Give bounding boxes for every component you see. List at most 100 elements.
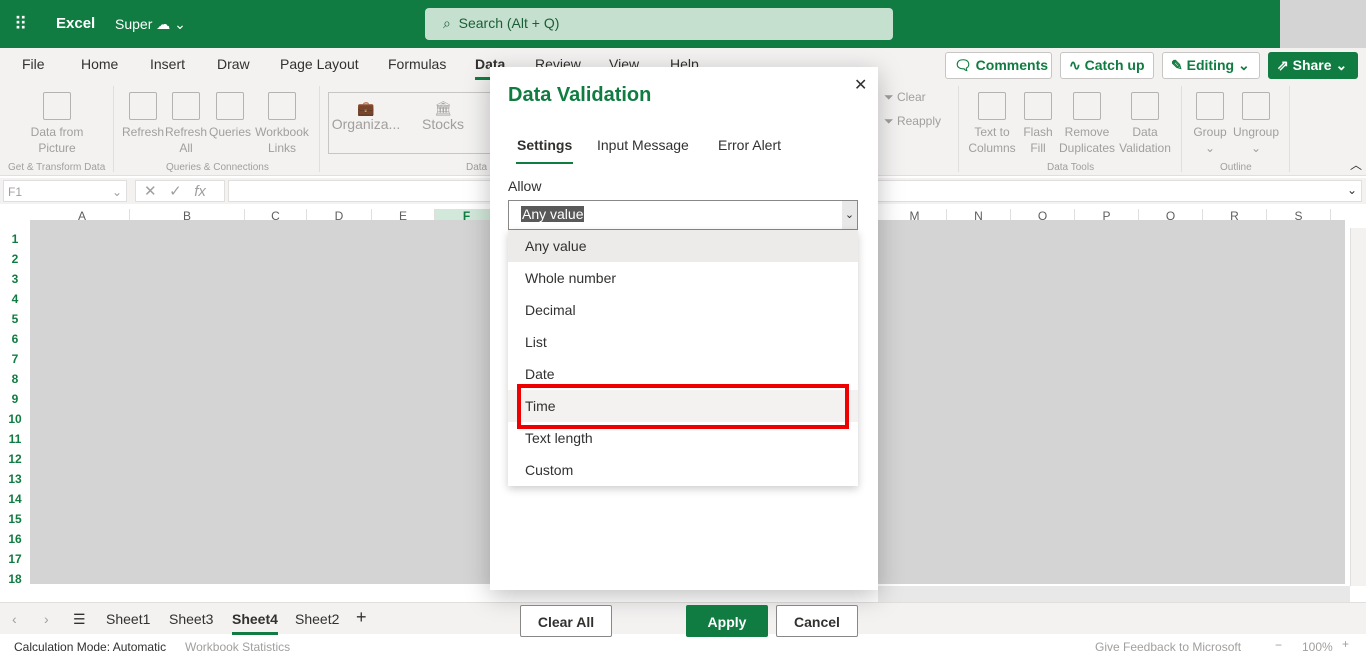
name-box[interactable]: F1 ⌄ — [3, 180, 127, 202]
row-header[interactable]: 8 — [0, 372, 30, 386]
check-icon[interactable]: ✓ — [169, 183, 182, 200]
tab-file[interactable]: File — [22, 56, 45, 72]
row-header[interactable]: 6 — [0, 332, 30, 346]
workbook-statistics[interactable]: Workbook Statistics — [185, 640, 290, 654]
catch-up-label: Catch up — [1084, 57, 1145, 73]
tab-formulas[interactable]: Formulas — [388, 56, 446, 72]
expand-formula-icon[interactable]: ⌄ — [1347, 183, 1357, 197]
refresh-all-icon — [172, 92, 200, 120]
zoom-out-icon[interactable]: − — [1275, 638, 1282, 652]
filter-clear-icon: ⏷ — [884, 90, 894, 104]
prev-sheet-icon[interactable]: ‹ — [12, 611, 17, 627]
row-header[interactable]: 15 — [0, 512, 30, 526]
vertical-scrollbar[interactable] — [1350, 228, 1366, 586]
label: Refresh — [122, 125, 165, 139]
catch-up-button[interactable]: ∿ Catch up — [1060, 52, 1154, 79]
row-header[interactable]: 1 — [0, 232, 30, 246]
label: Ungroup — [1232, 125, 1280, 139]
row-header[interactable]: 14 — [0, 492, 30, 506]
horizontal-scrollbar[interactable] — [878, 586, 1350, 602]
refresh-button[interactable]: Refresh — [122, 92, 164, 140]
row-header[interactable]: 18 — [0, 572, 30, 586]
comments-button[interactable]: 🗨 Comments — [945, 52, 1052, 79]
data-validation-button[interactable]: Data Validation — [1116, 92, 1174, 156]
row-header[interactable]: 13 — [0, 472, 30, 486]
fx-icon[interactable]: fx — [194, 183, 206, 200]
group-button[interactable]: Group ⌄ — [1190, 92, 1230, 156]
allow-select[interactable]: Any value ⌄ — [508, 200, 858, 230]
tab-insert[interactable]: Insert — [150, 56, 185, 72]
row-header[interactable]: 5 — [0, 312, 30, 326]
all-sheets-menu-icon[interactable]: ☰ — [73, 611, 86, 628]
tab-settings[interactable]: Settings — [515, 137, 574, 164]
row-header[interactable]: 2 — [0, 252, 30, 266]
option-list[interactable]: List — [508, 326, 858, 358]
app-launcher-icon[interactable]: ⠿ — [14, 14, 28, 35]
apply-button[interactable]: Apply — [686, 605, 768, 637]
close-icon[interactable]: ✕ — [854, 75, 867, 95]
feedback-link[interactable]: Give Feedback to Microsoft — [1095, 640, 1241, 654]
row-header[interactable]: 4 — [0, 292, 30, 306]
tab-input-message[interactable]: Input Message — [597, 137, 689, 153]
pencil-icon: ✎ — [1171, 57, 1183, 73]
organization-button[interactable]: 💼 Organiza... — [330, 100, 402, 132]
pulse-icon: ∿ — [1069, 57, 1081, 73]
calculation-mode[interactable]: Calculation Mode: Automatic — [14, 640, 166, 654]
label: Data Validation — [1119, 125, 1171, 155]
row-header[interactable]: 17 — [0, 552, 30, 566]
tab-draw[interactable]: Draw — [217, 56, 250, 72]
sheet-tab-sheet3[interactable]: Sheet3 — [169, 611, 213, 627]
cancel-icon[interactable]: ✕ — [144, 183, 157, 200]
label: Queries — [208, 125, 252, 139]
data-from-picture-button[interactable]: Data from Picture — [22, 92, 92, 156]
workbook-links-button[interactable]: Workbook Links — [253, 92, 311, 156]
row-header[interactable]: 9 — [0, 392, 30, 406]
briefcase-icon: 💼 — [357, 100, 375, 116]
label: Workbook Links — [255, 125, 309, 155]
refresh-all-button[interactable]: Refresh All — [165, 92, 207, 156]
row-header[interactable]: 7 — [0, 352, 30, 366]
stocks-button[interactable]: 🏛 Stocks — [412, 100, 474, 132]
text-to-columns-button[interactable]: Text to Columns — [966, 92, 1018, 156]
share-button[interactable]: ⇗ Share ⌄ — [1268, 52, 1358, 79]
ungroup-icon — [1242, 92, 1270, 120]
row-header[interactable]: 3 — [0, 272, 30, 286]
row-header[interactable]: 16 — [0, 532, 30, 546]
clear-filter-button[interactable]: ⏷ Clear — [884, 89, 926, 105]
option-whole-number[interactable]: Whole number — [508, 262, 858, 294]
add-sheet-icon[interactable]: + — [356, 607, 367, 628]
collapse-ribbon-icon[interactable]: ︿ — [1350, 156, 1362, 173]
cancel-button[interactable]: Cancel — [776, 605, 858, 637]
document-name[interactable]: Super ☁ ⌄ — [115, 16, 186, 33]
option-custom[interactable]: Custom — [508, 454, 858, 486]
remove-duplicates-button[interactable]: Remove Duplicates — [1058, 92, 1116, 156]
sheet-tab-sheet4[interactable]: Sheet4 — [232, 611, 278, 635]
status-bar: Calculation Mode: Automatic Workbook Sta… — [0, 635, 1366, 657]
option-any-value[interactable]: Any value — [508, 230, 858, 262]
comments-label: Comments — [975, 57, 1049, 73]
editing-button[interactable]: ✎ Editing ⌄ — [1162, 52, 1260, 79]
tab-error-alert[interactable]: Error Alert — [718, 137, 781, 153]
sheet-tab-sheet1[interactable]: Sheet1 — [106, 611, 150, 627]
reapply-button[interactable]: ⏷ Reapply — [884, 113, 941, 129]
search-box[interactable]: ⌕ Search (Alt + Q) — [425, 8, 893, 40]
refresh-icon — [129, 92, 157, 120]
remove-duplicates-icon — [1073, 92, 1101, 120]
row-header[interactable]: 12 — [0, 452, 30, 466]
tab-home[interactable]: Home — [81, 56, 118, 72]
flash-fill-button[interactable]: Flash Fill — [1020, 92, 1056, 156]
tab-page-layout[interactable]: Page Layout — [280, 56, 359, 72]
row-header[interactable]: 11 — [0, 432, 30, 446]
search-placeholder: Search (Alt + Q) — [458, 15, 560, 31]
next-sheet-icon[interactable]: › — [44, 611, 49, 627]
formula-actions: ✕ ✓ fx — [135, 180, 225, 202]
clear-all-button[interactable]: Clear All — [520, 605, 612, 637]
ungroup-button[interactable]: Ungroup ⌄ — [1231, 92, 1281, 156]
option-decimal[interactable]: Decimal — [508, 294, 858, 326]
queries-button[interactable]: Queries — [208, 92, 252, 140]
row-header[interactable]: 10 — [0, 412, 30, 426]
sheet-tab-sheet2[interactable]: Sheet2 — [295, 611, 339, 627]
cloud-saved-icon: ☁ ⌄ — [156, 16, 186, 32]
zoom-in-icon[interactable]: + — [1342, 637, 1349, 651]
search-icon: ⌕ — [443, 15, 451, 31]
